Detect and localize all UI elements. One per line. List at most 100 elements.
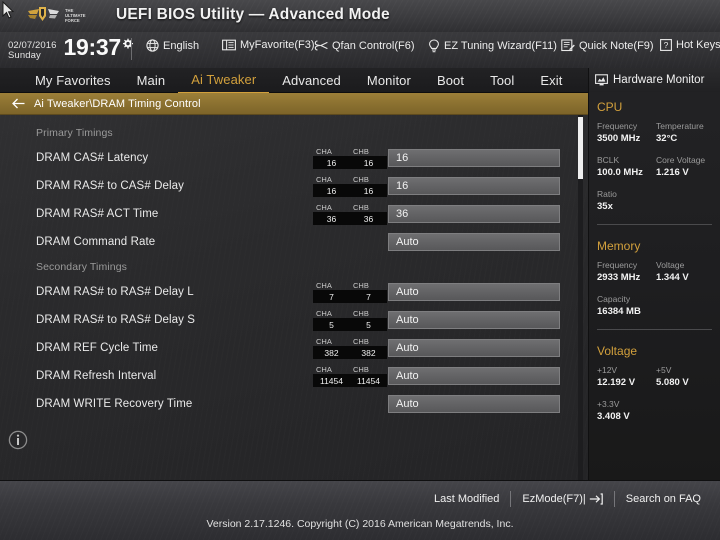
setting-row[interactable]: DRAM REF Cycle Time CHA 382 CHB 382 Auto — [0, 334, 588, 362]
version-text: Version 2.17.1246. Copyright (C) 2016 Am… — [206, 518, 514, 530]
setting-row[interactable]: DRAM WRITE Recovery Time Auto — [0, 390, 588, 418]
toolbar-item-language[interactable]: English — [146, 39, 199, 52]
settings-panel: Primary Timings DRAM CAS# Latency CHA 16 CHB… — [0, 115, 588, 480]
tab-my-favorites[interactable]: My Favorites — [22, 68, 124, 93]
hm-field-value: 16384 MB — [597, 306, 641, 317]
setting-row[interactable]: DRAM RAS# ACT Time CHA 36 CHB 36 36 — [0, 200, 588, 228]
setting-value-input[interactable]: 16 — [388, 149, 560, 167]
setting-value-input[interactable]: Auto — [388, 233, 560, 251]
hm-field-key: Core Voltage — [656, 155, 706, 165]
setting-value-input[interactable]: Auto — [388, 283, 560, 301]
channel-value: 16 — [313, 184, 350, 197]
tab-ai-tweaker[interactable]: Ai Tweaker — [178, 67, 270, 94]
toolbar-divider — [131, 38, 132, 60]
hm-field-value: 3500 MHz — [597, 133, 641, 144]
setting-row[interactable]: DRAM Refresh Interval CHA 11454 CHB 11454 Aut… — [0, 362, 588, 390]
hardware-monitor-header: Hardware Monitor — [589, 68, 720, 92]
hm-field-value: 12.192 V — [597, 377, 636, 388]
hm-field: Frequency 3500 MHz — [597, 120, 656, 145]
hm-field-key: Frequency — [597, 260, 638, 270]
hardware-monitor-title: Hardware Monitor — [613, 74, 705, 86]
toolbar-label: EZ Tuning Wizard(F11) — [444, 40, 557, 52]
ezmode-button[interactable]: EzMode(F7)| — [511, 493, 613, 505]
toolbar: 02/07/2016 Sunday 19:37 English MyFavori… — [0, 32, 720, 68]
setting-value-input[interactable]: 16 — [388, 177, 560, 195]
scrollbar-thumb[interactable] — [578, 117, 583, 179]
channel-label: CHB — [353, 147, 369, 156]
toolbar-item-hotkeys[interactable]: ? Hot Keys — [660, 39, 720, 51]
channel-label: CHB — [353, 309, 369, 318]
setting-label: DRAM Refresh Interval — [36, 370, 157, 382]
channel-label: CHB — [353, 337, 369, 346]
bulb-icon — [429, 39, 439, 53]
setting-row[interactable]: DRAM RAS# to RAS# Delay L CHA 7 CHB 7 Auto — [0, 278, 588, 306]
tab-main[interactable]: Main — [124, 68, 179, 93]
hm-field-key: BCLK — [597, 155, 620, 165]
hm-field-key: +5V — [656, 365, 672, 375]
channel-label: CHB — [353, 175, 369, 184]
setting-value-input[interactable]: Auto — [388, 339, 560, 357]
search-faq-button[interactable]: Search on FAQ — [615, 493, 712, 505]
setting-value-input[interactable]: 36 — [388, 205, 560, 223]
setting-value-input[interactable]: Auto — [388, 395, 560, 413]
toolbar-item-qfan[interactable]: Qfan Control(F6) — [314, 39, 415, 52]
channel-chb-readout: CHB 11454 — [350, 365, 387, 387]
hm-section-memory: Memory Frequency 2933 MHz Voltage 1.344 V Cap… — [589, 231, 720, 327]
setting-row[interactable]: DRAM RAS# to CAS# Delay CHA 16 CHB 16 16 — [0, 172, 588, 200]
hm-field: Capacity 16384 MB — [597, 293, 715, 318]
channel-value: 7 — [350, 290, 387, 303]
setting-row[interactable]: DRAM CAS# Latency CHA 16 CHB 16 16 — [0, 144, 588, 172]
channel-cha-readout: CHA 11454 — [313, 365, 350, 387]
hm-field-value: 1.344 V — [656, 272, 689, 283]
question-box-icon: ? — [660, 39, 672, 51]
setting-label: DRAM WRITE Recovery Time — [36, 398, 193, 410]
hm-field: Temperature 32°C — [656, 120, 715, 145]
channel-cha-readout: CHA 36 — [313, 203, 350, 225]
channel-cha-readout: CHA 7 — [313, 281, 350, 303]
hm-divider — [597, 224, 712, 225]
toolbar-item-quicknote[interactable]: Quick Note(F9) — [561, 39, 654, 52]
hm-field: +3.3V 3.408 V — [597, 398, 715, 423]
hm-field: Frequency 2933 MHz — [597, 259, 656, 284]
toolbar-item-eztuning[interactable]: EZ Tuning Wizard(F11) — [428, 39, 557, 53]
setting-value-input[interactable]: Auto — [388, 367, 560, 385]
setting-row[interactable]: DRAM RAS# to RAS# Delay S CHA 5 CHB 5 Auto — [0, 306, 588, 334]
tab-exit[interactable]: Exit — [527, 68, 575, 93]
hm-field-key: Capacity — [597, 294, 631, 304]
svg-text:FORCE: FORCE — [65, 18, 80, 23]
tab-advanced[interactable]: Advanced — [269, 68, 354, 93]
datetime-display: 02/07/2016 Sunday 19:37 — [8, 36, 133, 61]
book-icon — [222, 39, 236, 51]
channel-value: 5 — [350, 318, 387, 331]
setting-row[interactable]: DRAM Command Rate Auto — [0, 228, 588, 256]
last-modified-button[interactable]: Last Modified — [423, 493, 510, 505]
tab-tool[interactable]: Tool — [477, 68, 527, 93]
channel-label: CHB — [353, 365, 369, 374]
hm-field-key: Voltage — [656, 260, 685, 270]
toolbar-label: Quick Note(F9) — [579, 39, 654, 52]
breadcrumb[interactable]: Ai Tweaker\DRAM Timing Control — [0, 93, 588, 115]
title-bar: THE ULTIMATE FORCE UEFI BIOS Utility — A… — [0, 0, 720, 32]
svg-text:?: ? — [664, 40, 669, 50]
setting-value-input[interactable]: Auto — [388, 311, 560, 329]
toolbar-label: Qfan Control(F6) — [332, 39, 415, 52]
toolbar-label: English — [163, 39, 200, 52]
channel-label: CHA — [316, 365, 332, 374]
toolbar-item-myfavorite[interactable]: MyFavorite(F3) — [222, 39, 315, 51]
channel-label: CHA — [316, 203, 332, 212]
hm-field-value: 1.216 V — [656, 167, 689, 178]
channel-chb-readout: CHB 7 — [350, 281, 387, 303]
info-icon[interactable] — [8, 430, 28, 450]
setting-label: DRAM Command Rate — [36, 236, 156, 248]
hm-field: +12V 12.192 V — [597, 364, 656, 389]
footer-buttons: Last Modified EzMode(F7)| Search on FAQ — [423, 491, 712, 507]
hm-section-title: Memory — [597, 239, 641, 253]
tab-monitor[interactable]: Monitor — [354, 68, 424, 93]
channel-value: 16 — [350, 156, 387, 169]
tab-boot[interactable]: Boot — [424, 68, 477, 93]
time-text: 19:37 — [63, 34, 122, 60]
hm-section-voltage: Voltage +12V 12.192 V +5V 5.080 V +3.3V 3.408 … — [589, 336, 720, 432]
channel-value: 5 — [313, 318, 350, 331]
hm-field-key: +3.3V — [597, 399, 620, 409]
back-arrow-icon[interactable] — [12, 98, 25, 109]
